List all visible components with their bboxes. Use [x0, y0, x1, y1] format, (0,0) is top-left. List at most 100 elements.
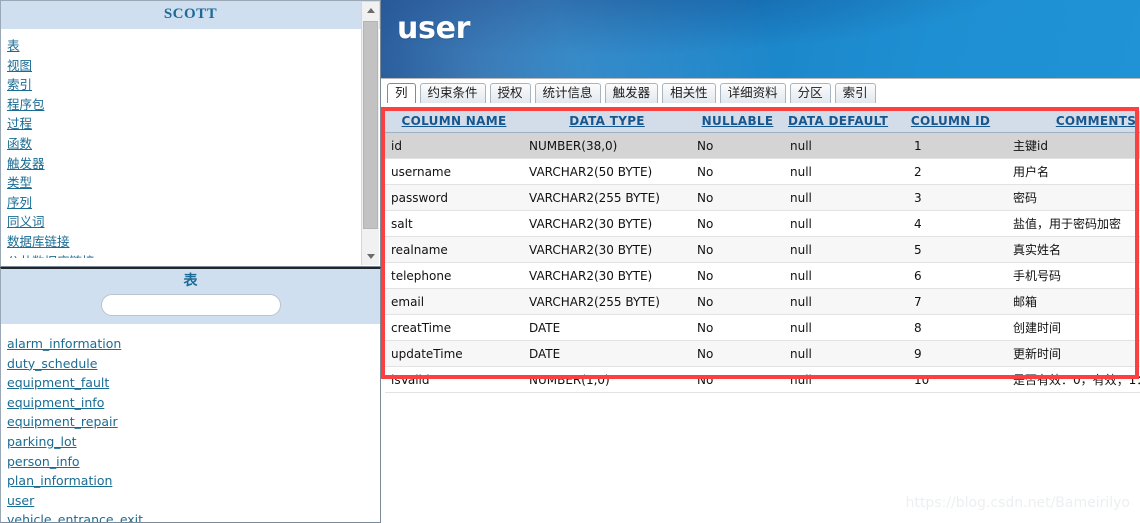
column-header[interactable]: COMMENTS: [1007, 111, 1140, 133]
main-panel: user 列约束条件 授权 统计信息 触发器 相关性 详细资料 分区 索引 COLUMN NA…: [381, 0, 1140, 523]
cell-nullable: No: [691, 132, 784, 159]
app-root: SCOTT 表视图索引程序包过程函数触发器类型序列同义词数据库链接公共数据库链接…: [0, 0, 1140, 523]
table-row[interactable]: telephone VARCHAR2(30 BYTE) No null 6 手机号码: [385, 262, 1140, 289]
object-type-link[interactable]: 同义词: [7, 212, 380, 232]
column-header[interactable]: NULLABLE: [691, 111, 784, 133]
triangle-up-icon: [366, 8, 375, 13]
schema-header: SCOTT: [1, 1, 380, 30]
watermark-text: https://blog.csdn.net/Bameirilyo: [905, 495, 1130, 511]
cell-nullable: No: [691, 210, 784, 237]
tab-0[interactable]: 列: [387, 83, 416, 103]
table-row[interactable]: id NUMBER(38,0) No null 1 主键id: [385, 132, 1140, 159]
tab-8[interactable]: 索引: [834, 83, 876, 103]
cell-comments: 主键id: [1007, 132, 1140, 159]
table-link[interactable]: equipment_info: [7, 393, 380, 413]
table-link[interactable]: duty_schedule: [7, 354, 380, 374]
tables-title: 表: [183, 273, 198, 289]
tab-strip: 列约束条件 授权 统计信息 触发器 相关性 详细资料 分区 索引: [381, 79, 1140, 103]
object-type-link[interactable]: 触发器: [7, 154, 380, 174]
cell-nullable: No: [691, 340, 784, 367]
cell-type: DATE: [523, 340, 691, 367]
cell-comments: 用户名: [1007, 158, 1140, 185]
tab-4[interactable]: 触发器: [604, 83, 659, 103]
cell-name: salt: [385, 210, 523, 237]
table-row[interactable]: isValidNUMBER(1,0)Nonull10是否有效：0，有效；1：失效: [385, 366, 1140, 393]
table-row[interactable]: email VARCHAR2(255 BYTE) No null 7 邮箱: [385, 288, 1140, 315]
table-row[interactable]: username VARCHAR2(50 BYTE) No null 2 用户名: [385, 158, 1140, 185]
cell-comments: 创建时间: [1007, 314, 1140, 341]
tab-7[interactable]: 分区: [789, 83, 831, 103]
table-link[interactable]: equipment_fault: [7, 373, 380, 393]
table-link[interactable]: vehicle_entrance_exit: [7, 510, 380, 522]
cell-type: NUMBER(1,0): [523, 366, 691, 393]
table-filter-input[interactable]: [100, 294, 281, 316]
object-type-link[interactable]: 数据库链接: [7, 232, 380, 252]
cell-comments: 密码: [1007, 184, 1140, 211]
cell-name: isValid: [385, 366, 523, 393]
cell-type: NUMBER(38,0): [523, 132, 691, 159]
table-row[interactable]: updateTime DATE No null 9 更新时间: [385, 340, 1140, 367]
object-type-link[interactable]: 过程: [7, 114, 380, 134]
cell-default: null: [784, 184, 892, 211]
left-column: SCOTT 表视图索引程序包过程函数触发器类型序列同义词数据库链接公共数据库链接…: [0, 0, 381, 523]
objects-scrollbar[interactable]: [361, 2, 379, 265]
cell-type: VARCHAR2(30 BYTE): [523, 262, 691, 289]
table-link[interactable]: parking_lot: [7, 432, 380, 452]
object-type-link[interactable]: 视图: [7, 56, 380, 76]
cell-comments: 盐值，用于密码加密: [1007, 210, 1140, 237]
cell-id: 7: [892, 288, 1007, 315]
table-row[interactable]: creatTime DATE No null 8 创建时间: [385, 314, 1140, 341]
object-type-link[interactable]: 公共数据库链接: [7, 252, 380, 258]
cell-default: null: [784, 132, 892, 159]
cell-name: realname: [385, 236, 523, 263]
cell-name: email: [385, 288, 523, 315]
cell-type: VARCHAR2(50 BYTE): [523, 158, 691, 185]
table-link[interactable]: alarm_information: [7, 334, 380, 354]
scroll-up-button[interactable]: [362, 2, 379, 19]
scrollbar-track[interactable]: [362, 19, 379, 248]
table-link[interactable]: equipment_repair: [7, 412, 380, 432]
cell-id: 1: [892, 132, 1007, 159]
column-header[interactable]: COLUMN ID: [892, 111, 1007, 133]
column-header[interactable]: DATA TYPE: [523, 111, 691, 133]
scrollbar-thumb[interactable]: [363, 21, 378, 229]
table-row[interactable]: salt VARCHAR2(30 BYTE) No null 4 盐值，用于密码加密: [385, 210, 1140, 237]
cell-id: 5: [892, 236, 1007, 263]
tab-1[interactable]: 约束条件: [419, 83, 486, 103]
cell-default: null: [784, 314, 892, 341]
object-type-link[interactable]: 表: [7, 36, 380, 56]
tab-3[interactable]: 统计信息: [534, 83, 601, 103]
cell-nullable: No: [691, 314, 784, 341]
scroll-down-button[interactable]: [362, 248, 379, 265]
cell-nullable: No: [691, 158, 784, 185]
tables-panel-header: 表: [1, 269, 380, 324]
column-header[interactable]: DATA DEFAULT: [784, 111, 892, 133]
table-row[interactable]: realname VARCHAR2(30 BYTE) No null 5 真实姓名: [385, 236, 1140, 263]
tab-6[interactable]: 详细资料: [719, 83, 786, 103]
cell-nullable: No: [691, 184, 784, 211]
cell-default: null: [784, 262, 892, 289]
object-type-link[interactable]: 序列: [7, 193, 380, 213]
table-link[interactable]: plan_information: [7, 471, 380, 491]
column-header[interactable]: COLUMN NAME: [385, 111, 523, 133]
columns-grid-body: id NUMBER(38,0) No null 1 主键id username VARCHAR…: [385, 132, 1140, 393]
table-row[interactable]: password VARCHAR2(255 BYTE) No null 3 密码: [385, 184, 1140, 211]
tab-5[interactable]: 相关性: [662, 83, 716, 103]
table-link[interactable]: user: [7, 491, 380, 511]
cell-comments: 手机号码: [1007, 262, 1140, 289]
cell-name: updateTime: [385, 340, 523, 367]
cell-name: creatTime: [385, 314, 523, 341]
tab-2[interactable]: 授权: [489, 83, 531, 103]
object-type-link[interactable]: 程序包: [7, 95, 380, 115]
object-type-link[interactable]: 类型: [7, 173, 380, 193]
object-type-link[interactable]: 索引: [7, 75, 380, 95]
columns-grid-wrapper: COLUMN NAME DATA TYPE NULLABLE DATA DEFAULT…: [385, 111, 1140, 393]
cell-type: VARCHAR2(30 BYTE): [523, 236, 691, 263]
cell-default: null: [784, 366, 892, 393]
cell-id: 4: [892, 210, 1007, 237]
cell-default: null: [784, 340, 892, 367]
table-link[interactable]: person_info: [7, 452, 380, 472]
cell-id: 8: [892, 314, 1007, 341]
cell-name: telephone: [385, 262, 523, 289]
object-type-link[interactable]: 函数: [7, 134, 380, 154]
